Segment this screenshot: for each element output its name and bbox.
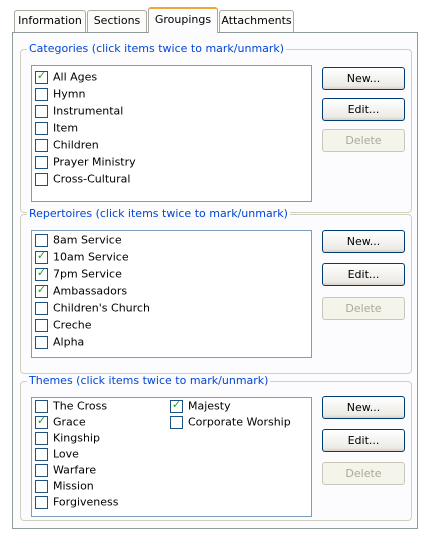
checkmark-icon: ✓ [36,413,47,427]
checkbox[interactable] [35,463,48,477]
checkbox[interactable] [35,138,48,152]
checkbox[interactable] [35,172,48,186]
checkbox[interactable]: ✓ [35,248,48,264]
checkbox[interactable] [35,399,48,413]
repertoires-list[interactable]: 8am Service ✓ 10am Service ✓ 7pm Service ✓… [31,230,312,358]
checkbox[interactable] [35,431,48,445]
list-item[interactable]: Children [35,137,99,154]
repertoires-new-button[interactable]: New... [322,230,405,253]
list-item[interactable]: ✓ Ambassadors [35,283,127,300]
list-item[interactable]: Hymn [35,86,85,103]
groupings-dialog: Information Sections Groupings Attachmen… [0,0,429,542]
list-item[interactable]: ✓ All Ages [35,69,97,86]
checkbox[interactable] [170,415,183,429]
repertoires-edit-button[interactable]: Edit... [322,263,405,286]
categories-group: Categories (click items twice to mark/un… [20,42,412,213]
checkbox[interactable] [35,479,48,493]
list-item[interactable]: Cross-Cultural [35,171,130,188]
list-item[interactable]: Forgiveness [35,494,119,511]
repertoires-group: Repertoires (click items twice to mark/u… [20,207,412,374]
themes-delete-button: Delete [322,462,405,485]
categories-list[interactable]: ✓ All Ages Hymn Instrumental Item Childre… [31,65,312,202]
checkbox[interactable] [35,447,48,461]
checkbox[interactable]: ✓ [35,265,48,281]
list-item[interactable]: Warfare [35,462,96,479]
checkbox[interactable] [35,495,48,509]
list-item[interactable]: Kingship [35,430,100,447]
checkmark-icon: ✓ [36,282,47,296]
list-item[interactable]: Item [35,120,78,137]
groupings-panel: Categories (click items twice to mark/un… [12,32,418,529]
checkbox[interactable]: ✓ [35,282,48,298]
list-item[interactable]: ✓ Majesty [170,398,231,415]
list-item[interactable]: The Cross [35,398,107,415]
list-item[interactable]: Mission [35,478,94,495]
checkmark-icon: ✓ [36,265,47,279]
checkbox[interactable] [35,104,48,118]
list-item[interactable]: Corporate Worship [170,414,291,431]
list-item[interactable]: Love [35,446,79,463]
list-item[interactable]: ✓ 7pm Service [35,266,122,283]
categories-delete-button: Delete [322,129,405,152]
repertoires-delete-button: Delete [322,297,405,320]
list-item[interactable]: Children's Church [35,300,150,317]
list-item[interactable]: ✓ Grace [35,414,86,431]
tab-attachments[interactable]: Attachments [219,10,294,32]
list-item[interactable]: Prayer Ministry [35,154,136,171]
categories-new-button[interactable]: New... [322,67,405,90]
checkmark-icon: ✓ [36,248,47,262]
tab-sections[interactable]: Sections [87,10,147,32]
list-item[interactable]: Alpha [35,334,84,351]
checkbox[interactable]: ✓ [170,397,183,413]
categories-edit-button[interactable]: Edit... [322,98,405,121]
repertoires-group-title: Repertoires (click items twice to mark/u… [27,207,290,220]
checkbox[interactable] [35,155,48,169]
themes-group-title: Themes (click items twice to mark/unmark… [27,374,271,387]
themes-edit-button[interactable]: Edit... [322,429,405,452]
checkbox[interactable] [35,121,48,135]
checkbox[interactable] [35,87,48,101]
checkbox[interactable] [35,335,48,349]
list-item[interactable]: 8am Service [35,232,122,249]
checkmark-icon: ✓ [171,397,182,411]
checkbox[interactable] [35,233,48,247]
list-item[interactable]: Instrumental [35,103,123,120]
tab-information[interactable]: Information [14,10,86,32]
tab-groupings[interactable]: Groupings [148,7,218,33]
categories-group-title: Categories (click items twice to mark/un… [27,42,287,55]
checkbox[interactable]: ✓ [35,68,48,84]
checkbox[interactable]: ✓ [35,413,48,429]
themes-group: Themes (click items twice to mark/unmark… [20,374,412,521]
checkbox[interactable] [35,318,48,332]
themes-new-button[interactable]: New... [322,396,405,419]
themes-list[interactable]: The Cross ✓ Grace Kingship Love Warfare M… [31,397,312,517]
list-item[interactable]: Creche [35,317,92,334]
checkmark-icon: ✓ [36,68,47,82]
checkbox[interactable] [35,301,48,315]
list-item[interactable]: ✓ 10am Service [35,249,129,266]
